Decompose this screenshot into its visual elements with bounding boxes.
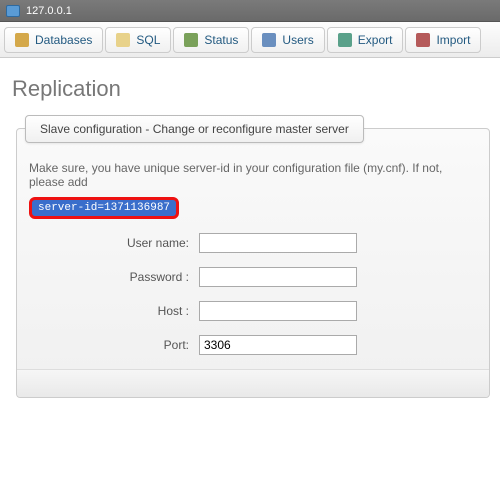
tab-label: Status (204, 33, 238, 47)
tab-sql[interactable]: SQL (105, 27, 171, 53)
tab-users[interactable]: Users (251, 27, 324, 53)
toolbar: Databases SQL Status Users Export Import (0, 22, 500, 58)
panel-footer (17, 369, 489, 397)
password-label: Password : (29, 270, 199, 284)
tab-databases[interactable]: Databases (4, 27, 103, 53)
slave-config-panel: Slave configuration - Change or reconfig… (16, 128, 490, 398)
tab-label: Import (436, 33, 470, 47)
page-title: Replication (12, 76, 490, 102)
status-icon (184, 33, 198, 47)
tab-label: Databases (35, 33, 92, 47)
row-password: Password : (29, 267, 477, 287)
topbar: 127.0.0.1 (0, 0, 500, 22)
password-input[interactable] (199, 267, 357, 287)
username-input[interactable] (199, 233, 357, 253)
server-id-highlight: server-id=1371136987 (29, 197, 179, 219)
host-input[interactable] (199, 301, 357, 321)
tab-import[interactable]: Import (405, 27, 481, 53)
row-port: Port: (29, 335, 477, 355)
tab-export[interactable]: Export (327, 27, 404, 53)
sql-icon (116, 33, 130, 47)
row-host: Host : (29, 301, 477, 321)
tab-status[interactable]: Status (173, 27, 249, 53)
import-icon (416, 33, 430, 47)
port-label: Port: (29, 338, 199, 352)
panel-tab[interactable]: Slave configuration - Change or reconfig… (25, 115, 364, 143)
export-icon (338, 33, 352, 47)
port-input[interactable] (199, 335, 357, 355)
host-label: 127.0.0.1 (26, 5, 72, 17)
server-icon (6, 5, 20, 17)
host-label-field: Host : (29, 304, 199, 318)
tab-label: Users (282, 33, 313, 47)
database-icon (15, 33, 29, 47)
row-username: User name: (29, 233, 477, 253)
users-icon (262, 33, 276, 47)
tab-label: SQL (136, 33, 160, 47)
config-note: Make sure, you have unique server-id in … (29, 161, 477, 189)
content: Replication Slave configuration - Change… (0, 58, 500, 408)
username-label: User name: (29, 236, 199, 250)
tab-label: Export (358, 33, 393, 47)
